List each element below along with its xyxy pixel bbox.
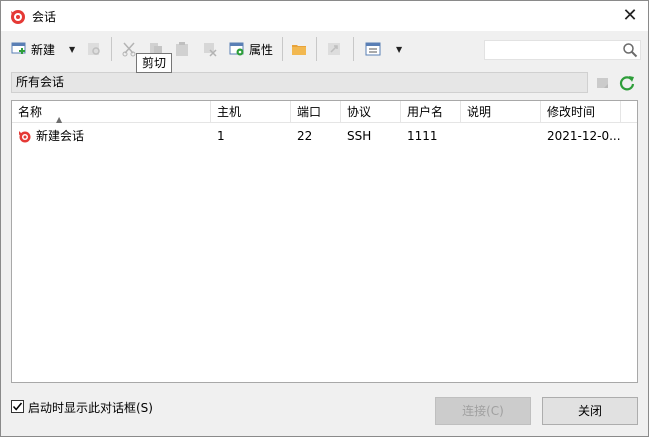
- session-name: 新建会话: [36, 129, 85, 143]
- column-header-port[interactable]: 端口: [291, 101, 341, 123]
- close-button[interactable]: 关闭: [542, 397, 638, 425]
- new-session-label: 新建: [31, 42, 56, 57]
- toolbar-divider: [353, 37, 354, 61]
- view-mode-button[interactable]: [365, 38, 381, 60]
- session-host: 1: [217, 129, 225, 143]
- new-dropdown-button[interactable]: ▼: [69, 38, 75, 60]
- column-header-name[interactable]: 名称 ▲: [12, 101, 211, 124]
- column-header-modified[interactable]: 修改时间: [541, 101, 621, 123]
- column-header-host[interactable]: 主机: [211, 101, 291, 123]
- properties-button[interactable]: 属性: [229, 38, 273, 60]
- table-row[interactable]: 新建会话 1 22 SSH 1111 2021-12-0...: [12, 125, 637, 147]
- shortcut-icon: [328, 43, 340, 55]
- paste-icon: [176, 42, 188, 56]
- column-header-protocol[interactable]: 协议: [341, 101, 401, 123]
- session-port: 22: [297, 129, 313, 143]
- chevron-down-icon: ▼: [396, 44, 403, 54]
- list-header: 名称 ▲ 主机 端口 协议 用户名 说明 修改时间: [12, 101, 637, 124]
- find-button[interactable]: [86, 38, 102, 60]
- delete-icon: [204, 43, 217, 57]
- new-session-icon: [11, 42, 26, 54]
- refresh-icon[interactable]: [618, 74, 636, 92]
- new-session-button[interactable]: 新建: [11, 38, 55, 60]
- folder-up-icon[interactable]: [595, 75, 611, 91]
- search-icon[interactable]: [622, 42, 638, 58]
- column-header-username[interactable]: 用户名: [401, 101, 461, 123]
- session-username: 1111: [407, 129, 438, 143]
- find-icon: [88, 43, 100, 55]
- session-description: [461, 125, 541, 147]
- chevron-down-icon: ▼: [69, 44, 76, 54]
- path-bar: 所有会话: [11, 72, 588, 93]
- app-logo-icon: [11, 10, 25, 24]
- toolbar-divider: [316, 37, 317, 61]
- scissors-icon: [122, 42, 136, 57]
- connect-button[interactable]: 连接(C): [435, 397, 531, 425]
- search-input[interactable]: [484, 40, 641, 60]
- session-modified: 2021-12-0...: [547, 129, 621, 143]
- session-list: 名称 ▲ 主机 端口 协议 用户名 说明 修改时间 新建会话 1 22 SSH …: [11, 100, 638, 383]
- toolbar-divider: [282, 37, 283, 61]
- cut-tooltip: 剪切: [136, 53, 172, 73]
- column-header-description[interactable]: 说明: [461, 101, 541, 123]
- checkmark-icon: [12, 402, 23, 411]
- properties-icon: [229, 42, 244, 56]
- properties-label: 属性: [249, 42, 274, 57]
- show-on-startup-checkbox[interactable]: [11, 400, 24, 413]
- close-window-button[interactable]: ✕: [618, 4, 642, 28]
- session-protocol: SSH: [347, 129, 372, 143]
- list-view-icon: [365, 42, 381, 56]
- view-mode-dropdown[interactable]: ▼: [396, 38, 402, 60]
- delete-button[interactable]: [202, 38, 218, 60]
- sessions-dialog: 会话 ✕ 新建 ▼ 属性 ▼ 剪切 所有会话 名称 ▲ 主机 端口 协议 用户名…: [0, 0, 649, 437]
- window-title: 会话: [32, 10, 57, 24]
- paste-button[interactable]: [174, 38, 190, 60]
- new-folder-button[interactable]: [291, 38, 307, 60]
- title-bar: 会话 ✕: [1, 1, 648, 31]
- folder-icon: [292, 45, 306, 55]
- toolbar: 新建 ▼ 属性 ▼: [1, 31, 648, 66]
- toolbar-divider: [111, 37, 112, 61]
- show-on-startup-label: 启动时显示此对话框(S): [28, 401, 153, 415]
- shortcut-button[interactable]: [326, 38, 342, 60]
- cut-button[interactable]: [121, 38, 137, 60]
